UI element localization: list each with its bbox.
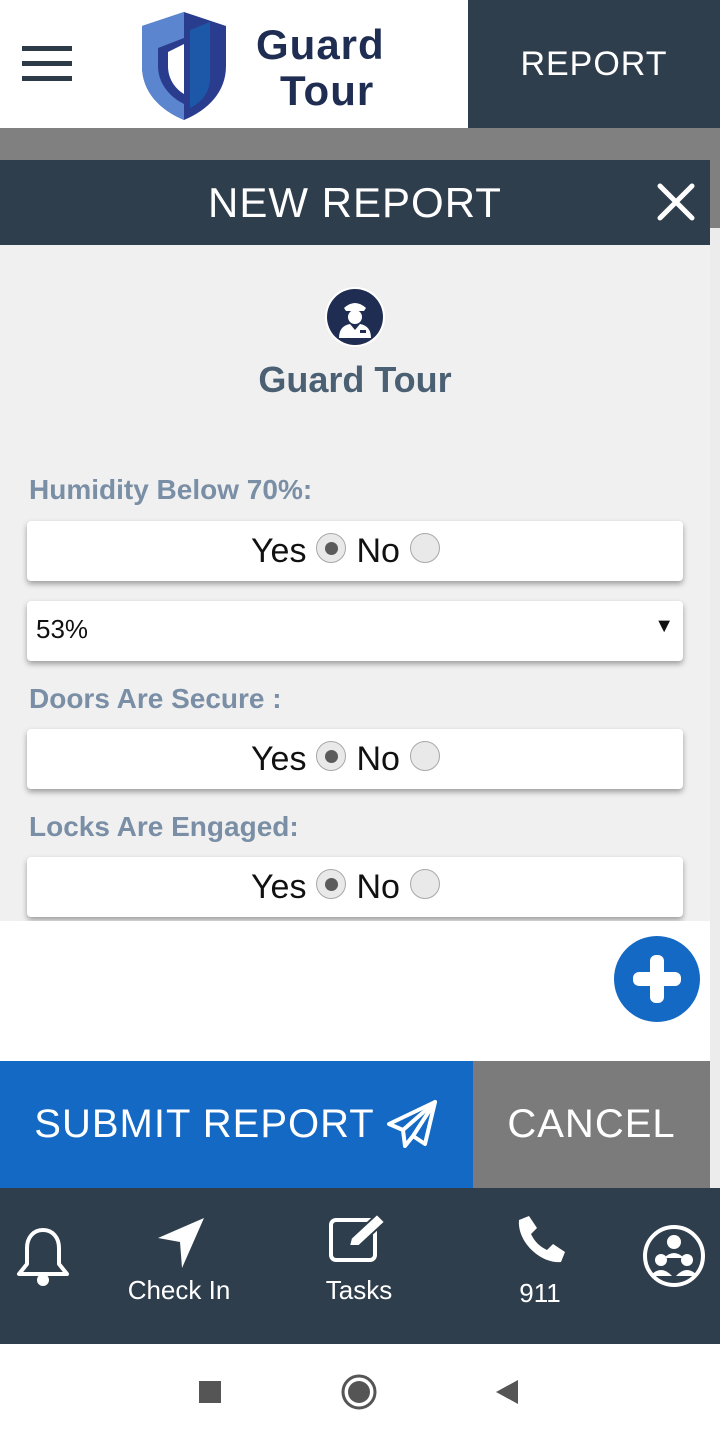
humidity-label: Humidity Below 70%: bbox=[29, 474, 313, 505]
add-field-area bbox=[0, 921, 710, 1061]
logo-line-2: Tour bbox=[280, 67, 375, 114]
navigation-arrow-icon bbox=[158, 1218, 204, 1268]
system-nav-bar bbox=[0, 1344, 720, 1440]
nav-notifications[interactable] bbox=[0, 1188, 86, 1344]
dropdown-arrow-icon: ▼ bbox=[654, 615, 674, 637]
brand-name: Guard Tour bbox=[258, 359, 452, 400]
emergency-label: 911 bbox=[519, 1278, 561, 1308]
yes-label: Yes bbox=[251, 739, 307, 778]
phone-icon bbox=[518, 1216, 565, 1263]
check-in-label: Check In bbox=[127, 1275, 231, 1305]
nav-tasks[interactable]: Tasks bbox=[308, 1188, 410, 1344]
no-label: No bbox=[356, 531, 400, 570]
locks-label: Locks Are Engaged: bbox=[29, 811, 299, 842]
submit-label: SUBMIT REPORT bbox=[34, 1102, 375, 1146]
guard-avatar-icon bbox=[324, 286, 386, 348]
bell-icon bbox=[17, 1228, 69, 1286]
modal-header: NEW REPORT bbox=[0, 160, 710, 245]
submit-report-button[interactable]: SUBMIT REPORT bbox=[0, 1061, 473, 1188]
map-background bbox=[710, 228, 720, 1188]
home-icon[interactable] bbox=[340, 1373, 378, 1411]
guard-tour-logo: Guard Tour bbox=[138, 8, 400, 122]
nav-check-in[interactable]: Check In bbox=[118, 1188, 240, 1344]
doors-radio-group: Yes No bbox=[27, 729, 683, 789]
yes-radio[interactable] bbox=[316, 869, 347, 899]
back-icon[interactable] bbox=[494, 1378, 520, 1406]
select-value: 53% bbox=[36, 614, 89, 644]
nav-emergency-call[interactable]: 911 bbox=[500, 1188, 580, 1344]
menu-icon[interactable] bbox=[22, 46, 72, 82]
humidity-radio-group: Yes No bbox=[27, 521, 683, 581]
cancel-button[interactable]: CANCEL bbox=[473, 1061, 710, 1188]
logo-text: Guard Tour bbox=[256, 22, 385, 114]
doors-label: Doors Are Secure : bbox=[29, 683, 282, 714]
app-screen: Guard Tour REPORT NEW REPORT Guard Tour … bbox=[0, 0, 720, 1440]
report-tab[interactable]: REPORT bbox=[468, 0, 720, 128]
modal-body: Guard Tour Humidity Below 70%: Yes No 53… bbox=[0, 245, 710, 921]
no-radio[interactable] bbox=[409, 741, 440, 771]
plus-icon bbox=[633, 955, 681, 1003]
modal-title: NEW REPORT bbox=[208, 179, 502, 226]
yes-label: Yes bbox=[251, 531, 307, 570]
tasks-label: Tasks bbox=[325, 1275, 393, 1305]
logo-line-1: Guard bbox=[256, 21, 385, 68]
group-icon bbox=[643, 1225, 705, 1287]
bottom-nav: Check In Tasks 911 bbox=[0, 1188, 720, 1344]
locks-radio-group: Yes No bbox=[27, 857, 683, 917]
send-icon bbox=[386, 1099, 437, 1148]
no-radio[interactable] bbox=[409, 533, 440, 563]
close-icon[interactable] bbox=[652, 178, 700, 226]
nav-team[interactable] bbox=[636, 1188, 720, 1344]
humidity-select[interactable]: 53% ▼ bbox=[27, 601, 683, 661]
yes-radio[interactable] bbox=[316, 533, 347, 563]
app-header: Guard Tour REPORT bbox=[0, 0, 720, 128]
yes-label: Yes bbox=[251, 867, 307, 906]
yes-radio[interactable] bbox=[316, 741, 347, 771]
no-radio[interactable] bbox=[409, 869, 440, 899]
no-label: No bbox=[356, 867, 400, 906]
edit-icon bbox=[329, 1212, 387, 1262]
shield-icon bbox=[142, 12, 226, 120]
recents-icon[interactable] bbox=[198, 1380, 222, 1404]
add-field-button[interactable] bbox=[614, 936, 700, 1022]
no-label: No bbox=[356, 739, 400, 778]
